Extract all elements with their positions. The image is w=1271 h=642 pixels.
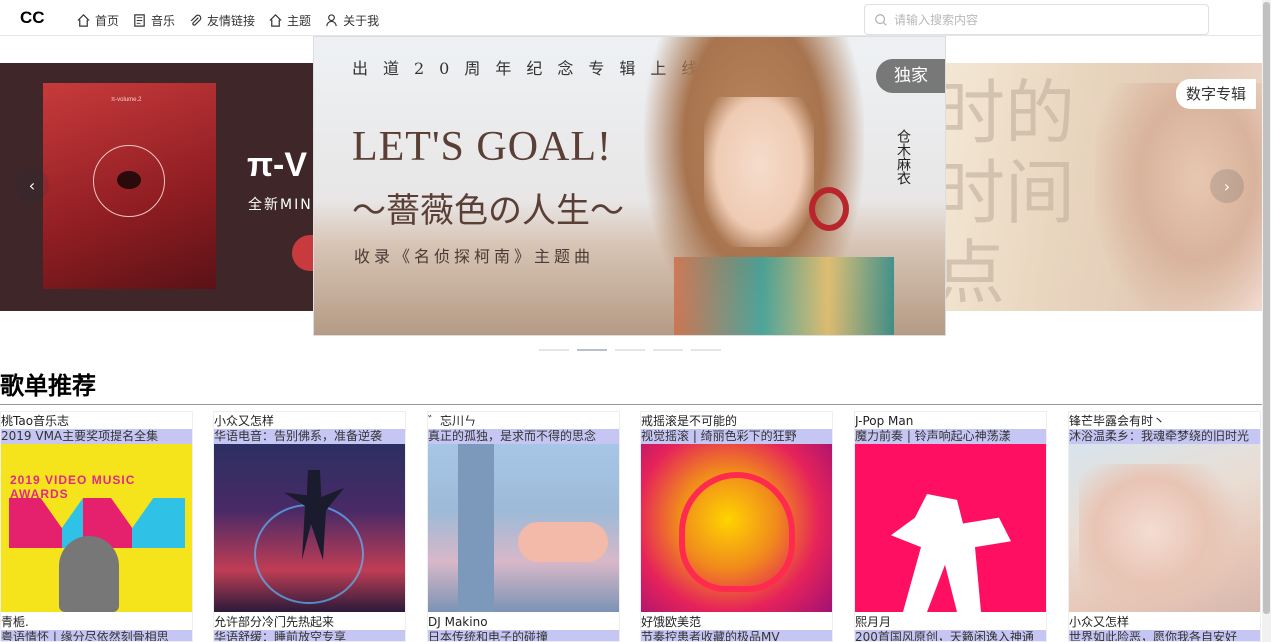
banner-title-en: LET'S GOAL! (352, 124, 613, 170)
astronaut-graphic (59, 536, 119, 612)
digital-album-badge: 数字专辑 (1176, 79, 1257, 109)
playlist-card[interactable]: 桃Tao音乐志 2019 VMA主要奖项提名全集 2019 VIDEO MUSI… (0, 411, 193, 642)
user-icon (326, 14, 337, 27)
playlist-title[interactable]: 世界如此险恶，愿你我各自安好 (1069, 630, 1260, 641)
search-input[interactable] (894, 12, 1194, 27)
album-eye-graphic (117, 171, 141, 189)
handwriting-graphic: 时的 时间点 (935, 72, 1075, 311)
scarf-graphic (674, 257, 894, 335)
banner-slide-active[interactable]: 出道20周年纪念专辑上线 LET'S GOAL! 〜薔薇色の人生〜 收录《名侦探… (313, 36, 946, 336)
playlist-title[interactable]: 魔力前奏 | 铃声响起心神荡漾 (855, 429, 1046, 444)
banner-carousel: π-volume.2 π-V 全新MIN 时的 时间点 数字专辑 出道20周年纪念… (0, 36, 1262, 356)
album-cover-image: π-volume.2 (43, 83, 216, 289)
playlist-title[interactable]: 200首国风原创，天籁闲逸入神通 (855, 630, 1046, 641)
main-nav: 首页 音乐 友情链接 主题 关于我 (76, 12, 392, 29)
slide-subtitle: 全新MIN (248, 197, 313, 213)
nav-item-label: 首页 (95, 14, 120, 28)
carousel-indicators (539, 349, 729, 351)
page: CC 首页 音乐 友情链接 主题 关于我 请输入搜索内容 π-volume.2 … (0, 0, 1271, 642)
carousel-indicator-active[interactable] (577, 349, 607, 351)
playlist-title[interactable]: 华语舒缓：睡前放空专享 (214, 630, 405, 641)
playlist-card[interactable]: 戒摇滚是不可能的 视觉摇滚 | 绮丽色彩下的狂野 好饿欧美范 节奏控患者收藏的极… (640, 411, 833, 642)
carousel-indicator[interactable] (539, 349, 569, 351)
carousel-prev-button[interactable]: ‹ (15, 168, 49, 202)
playlist-creator[interactable]: DJ Makino (428, 615, 619, 630)
carousel-indicator[interactable] (691, 349, 721, 351)
playlist-title[interactable]: 2019 VMA主要奖项提名全集 (1, 429, 192, 444)
anime-girl-graphic (1079, 464, 1239, 612)
banner-caption: 收录《名侦探柯南》主题曲 (354, 247, 595, 266)
playlist-cover[interactable] (428, 444, 619, 612)
playlist-cover[interactable] (641, 444, 832, 612)
playlist-creator[interactable]: 小众又怎样 (214, 414, 405, 429)
home-icon (77, 14, 90, 27)
playlist-card[interactable]: J-Pop Man 魔力前奏 | 铃声响起心神荡漾 熙月月 200首国风原创，天… (854, 411, 1047, 642)
page-scrollbar[interactable] (1262, 0, 1271, 642)
nav-item-music[interactable]: 音乐 (132, 12, 175, 29)
search-icon (875, 13, 887, 26)
search-box[interactable] (864, 4, 1209, 35)
playlist-creator[interactable]: 桃Tao音乐志 (1, 414, 192, 429)
earring-graphic (809, 187, 849, 231)
banner-title-jp: 〜薔薇色の人生〜 (352, 191, 624, 231)
section-title: 歌单推荐 (0, 372, 96, 400)
playlist-cover[interactable] (855, 444, 1046, 612)
nav-item-links[interactable]: 友情链接 (188, 12, 255, 29)
playlist-card[interactable]: 小众又怎样 华语电音：告别佛系，准备逆袭 允许部分冷门先热起来 华语舒缓：睡前放… (213, 411, 406, 642)
cloud-graphic (518, 522, 608, 562)
album-label: π-volume.2 (111, 97, 142, 103)
playlist-cover[interactable] (214, 444, 405, 612)
playlist-creator[interactable]: ゛忘川ㄣ (428, 414, 619, 429)
playlist-creator[interactable]: 锋芒毕露会有时丶 (1069, 414, 1260, 429)
section-divider (0, 404, 1262, 405)
playlist-title[interactable]: 真正的孤独，是求而不得的思念 (428, 429, 619, 444)
scrollbar-thumb[interactable] (1263, 2, 1270, 614)
nav-item-label: 关于我 (343, 14, 380, 28)
helmet-graphic (679, 472, 795, 592)
playlist-cover[interactable]: 2019 VIDEO MUSIC AWARDS (1, 444, 192, 612)
paperclip-icon (190, 14, 202, 26)
playlist-card[interactable]: 锋芒毕露会有时丶 沐浴温柔乡：我魂牵梦绕的旧时光 小众又怎样 世界如此险恶，愿你… (1068, 411, 1261, 642)
nav-item-about[interactable]: 关于我 (324, 12, 379, 29)
nav-item-label: 主题 (287, 14, 312, 28)
exclusive-badge: 独家 (876, 59, 945, 93)
playlist-title[interactable]: 节奏控患者收藏的极品MV (641, 630, 832, 641)
home-icon (269, 14, 282, 27)
playlist-title[interactable]: 日本传统和电子的碰撞 (428, 630, 619, 641)
carousel-indicator[interactable] (615, 349, 645, 351)
playlist-title[interactable]: 视觉摇滚 | 绮丽色彩下的狂野 (641, 429, 832, 444)
playlist-creator[interactable]: J-Pop Man (855, 414, 1046, 429)
chevron-left-icon: ‹ (28, 175, 36, 195)
cover-text: 2019 VIDEO MUSIC AWARDS (10, 473, 136, 501)
banner-slide-prev[interactable]: π-volume.2 π-V 全新MIN (0, 63, 330, 311)
playlist-card[interactable]: ゛忘川ㄣ 真正的孤独，是求而不得的思念 DJ Makino 日本传统和电子的碰撞 (427, 411, 620, 642)
document-icon (134, 14, 145, 27)
logo[interactable]: CC (20, 8, 45, 28)
playlist-title[interactable]: 华语电音：告别佛系，准备逆袭 (214, 429, 405, 444)
slide-title: π-V (247, 146, 308, 184)
nav-item-theme[interactable]: 主题 (268, 12, 311, 29)
artist-name: 仓木麻衣 (895, 129, 911, 185)
playlist-creator[interactable]: 青栀. (1, 615, 192, 630)
dancing-woman-graphic (891, 494, 1011, 612)
carousel-indicator[interactable] (653, 349, 683, 351)
nav-item-home[interactable]: 首页 (76, 12, 119, 29)
nav-item-label: 音乐 (151, 14, 176, 28)
playlist-creator[interactable]: 戒摇滚是不可能的 (641, 414, 832, 429)
playlist-creator[interactable]: 小众又怎样 (1069, 615, 1260, 630)
top-nav-bar: CC 首页 音乐 友情链接 主题 关于我 (0, 0, 1262, 36)
playlist-title[interactable]: 沐浴温柔乡：我魂牵梦绕的旧时光 (1069, 429, 1260, 444)
nav-item-label: 友情链接 (207, 14, 256, 28)
chevron-right-icon: › (1223, 176, 1231, 196)
pole-graphic (458, 444, 494, 612)
playlist-creator[interactable]: 熙月月 (855, 615, 1046, 630)
playlist-creator[interactable]: 好饿欧美范 (641, 615, 832, 630)
playlist-cover[interactable] (1069, 444, 1260, 612)
playlist-creator[interactable]: 允许部分冷门先热起来 (214, 615, 405, 630)
artist-face-graphic (704, 97, 814, 247)
carousel-next-button[interactable]: › (1210, 169, 1244, 203)
playlist-grid: 桃Tao音乐志 2019 VMA主要奖项提名全集 2019 VIDEO MUSI… (0, 411, 1262, 642)
playlist-title[interactable]: 粤语情怀 | 缘分尽依然刻骨相思 (1, 630, 192, 641)
